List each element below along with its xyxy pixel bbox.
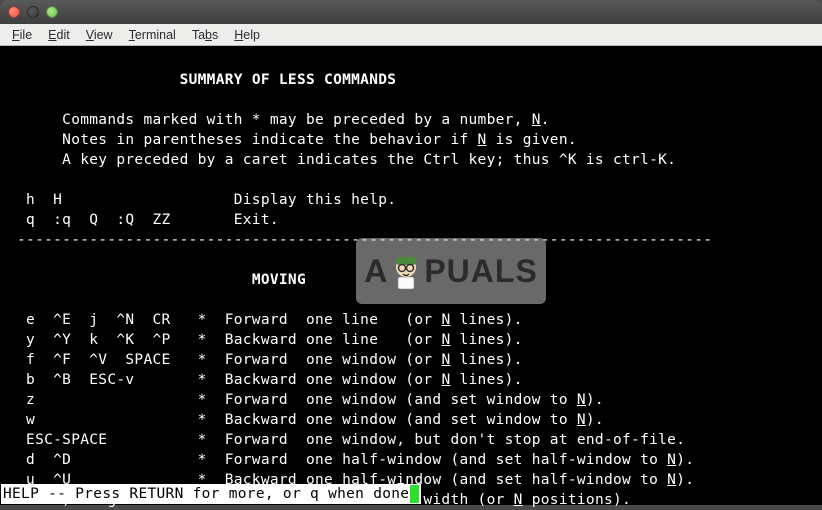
status-line: HELP -- Press RETURN for more, or q when… — [1, 484, 421, 504]
minimize-button[interactable] — [27, 6, 39, 18]
menu-file[interactable]: File — [4, 26, 40, 44]
menu-tabs[interactable]: Tabs — [184, 26, 226, 44]
menu-view[interactable]: View — [78, 26, 121, 44]
menu-terminal[interactable]: Terminal — [121, 26, 184, 44]
menubar: File Edit View Terminal Tabs Help — [0, 24, 822, 46]
window-controls — [8, 6, 58, 18]
menu-edit[interactable]: Edit — [40, 26, 78, 44]
cursor-block — [410, 485, 419, 503]
window-titlebar — [0, 0, 822, 24]
close-button[interactable] — [8, 6, 20, 18]
menu-help[interactable]: Help — [226, 26, 268, 44]
terminal-viewport[interactable]: SUMMARY OF LESS COMMANDS Commands marked… — [0, 46, 822, 505]
status-text: HELP -- Press RETURN for more, or q when… — [3, 484, 409, 504]
maximize-button[interactable] — [46, 6, 58, 18]
